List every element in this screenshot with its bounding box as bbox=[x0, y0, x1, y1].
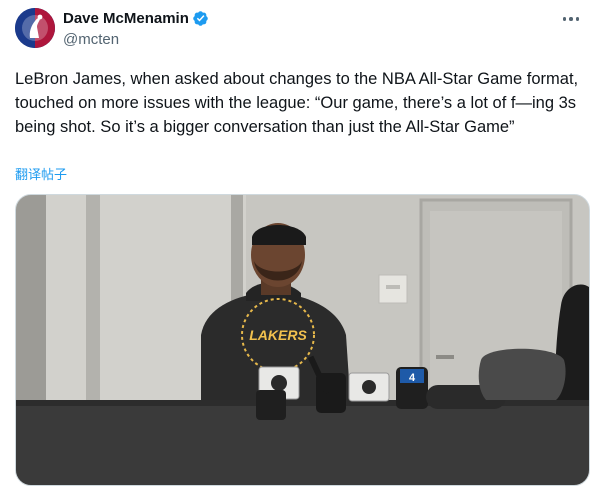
more-options-button[interactable] bbox=[558, 8, 584, 30]
verified-badge-icon bbox=[193, 11, 208, 26]
tweet-text: LeBron James, when asked about changes t… bbox=[15, 70, 583, 136]
author-display-name[interactable]: Dave McMenamin bbox=[63, 10, 189, 27]
more-options-dot bbox=[575, 17, 580, 21]
tweet-card: Dave McMenamin @mcten LeBron James, when… bbox=[0, 0, 594, 486]
jersey-text: LAKERS bbox=[249, 327, 307, 343]
mic-flag-text: 4 bbox=[409, 372, 416, 384]
more-options-dot bbox=[569, 17, 573, 21]
nba-logo-icon bbox=[15, 8, 55, 48]
press-conference-photo: LAKERS 4 bbox=[16, 195, 589, 485]
avatar[interactable] bbox=[15, 8, 55, 48]
translate-post-link[interactable]: 翻译帖子 bbox=[15, 164, 67, 183]
tweet-media-image[interactable]: LAKERS 4 bbox=[15, 194, 590, 486]
author-handle[interactable]: @mcten bbox=[63, 31, 119, 48]
author-name-row: Dave McMenamin bbox=[63, 10, 209, 27]
more-options-icon bbox=[562, 17, 567, 21]
